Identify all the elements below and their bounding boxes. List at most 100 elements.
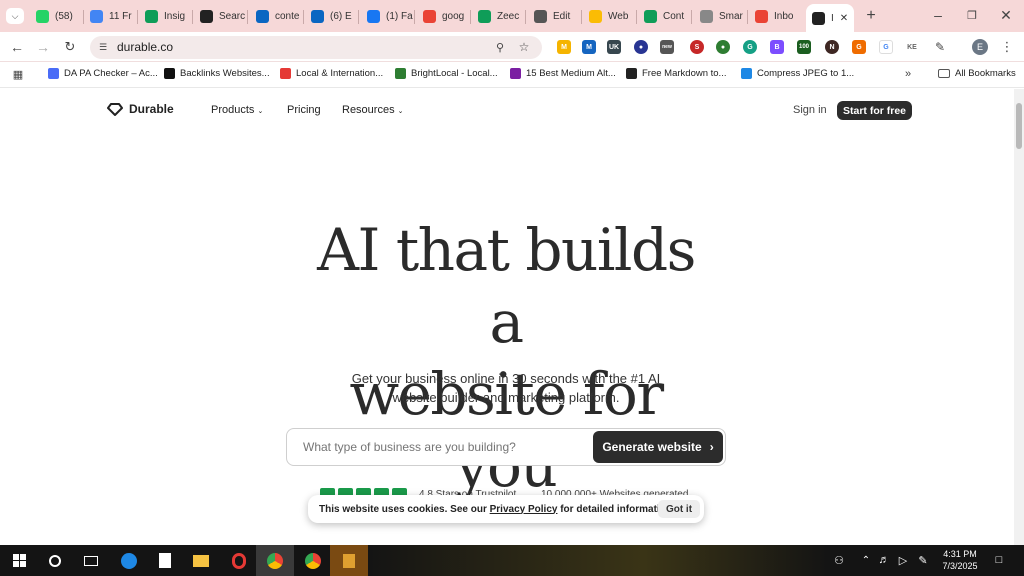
profile-avatar[interactable]: E <box>972 39 988 55</box>
tab-label: Edit <box>553 10 571 22</box>
tab-google[interactable]: goog <box>417 4 469 28</box>
tab-label: conte <box>275 10 300 22</box>
search-circle-icon[interactable] <box>36 545 74 576</box>
linkedin-icon <box>256 9 269 23</box>
tab-ai[interactable]: Searc <box>194 4 246 28</box>
tab-linkedin[interactable]: (6) E <box>305 4 357 28</box>
minimize-icon[interactable]: – <box>930 6 946 24</box>
extension-new-icon[interactable]: new <box>660 40 674 54</box>
address-url[interactable]: durable.co <box>117 40 173 54</box>
back-arrow-icon[interactable]: ← <box>8 38 26 56</box>
file-explorer-icon[interactable] <box>182 545 220 576</box>
app-orange-icon[interactable] <box>330 545 368 576</box>
tab-drive[interactable]: Web <box>583 4 635 28</box>
sign-in-link[interactable]: Sign in <box>793 104 827 116</box>
extension-m-icon[interactable]: M <box>557 40 571 54</box>
zoom-search-icon[interactable]: ⚲ <box>493 40 507 54</box>
extension-100-icon[interactable]: 100 <box>797 40 811 54</box>
durable-icon <box>812 11 825 25</box>
extension-s-icon[interactable]: S <box>690 40 704 54</box>
extension-green-icon[interactable]: ● <box>716 40 730 54</box>
extensions-puzzle-icon[interactable]: ✎ <box>932 39 948 55</box>
opera-icon[interactable] <box>220 545 258 576</box>
tab-sheets[interactable]: Insig <box>139 4 191 28</box>
bookmark-item[interactable]: Backlinks Websites... <box>164 68 270 79</box>
extension-n-icon[interactable]: N <box>825 40 839 54</box>
scrollbar-thumb[interactable] <box>1016 103 1022 149</box>
notifications-icon[interactable]: □ <box>992 553 1006 567</box>
file-icon[interactable] <box>146 545 184 576</box>
network-icon[interactable]: ▷ <box>896 553 910 567</box>
extension-b-icon[interactable]: B <box>770 40 784 54</box>
close-tab-icon[interactable]: ✕ <box>840 13 848 24</box>
extension-uk-icon[interactable]: UK <box>607 40 621 54</box>
tab-label: goog <box>442 10 465 22</box>
tab-sheets[interactable]: Cont <box>638 4 690 28</box>
windows-start-icon[interactable] <box>0 545 38 576</box>
brand-name: Durable <box>129 102 174 116</box>
all-bookmarks-label: All Bookmarks <box>955 68 1016 79</box>
nav-products[interactable]: Products ⌄ <box>211 104 263 116</box>
got-it-button[interactable]: Got it <box>658 500 700 518</box>
tab-facebook[interactable]: (1) Fa <box>361 4 413 28</box>
bookmarks-overflow-chevron-icon[interactable]: » <box>902 67 914 81</box>
tab-gmail[interactable]: Inbo <box>749 4 801 28</box>
bookmark-item[interactable]: DA PA Checker – Ac... <box>48 68 158 79</box>
file-icon <box>741 68 752 79</box>
bookmark-item[interactable]: Free Markdown to... <box>626 68 726 79</box>
edge-icon[interactable] <box>110 545 148 576</box>
bookmark-item[interactable]: Compress JPEG to 1... <box>741 68 854 79</box>
volume-icon[interactable]: ♬ <box>877 553 891 567</box>
extension-g-orange-icon[interactable]: G <box>852 40 866 54</box>
nav-pricing[interactable]: Pricing <box>287 104 321 116</box>
people-icon[interactable]: ⚇ <box>832 553 846 567</box>
durable-logo[interactable]: Durable <box>107 102 174 116</box>
pen-icon[interactable]: ✎ <box>916 553 930 567</box>
bookmark-item[interactable]: BrightLocal - Local... <box>395 68 498 79</box>
medium-icon <box>510 68 521 79</box>
all-bookmarks-button[interactable]: All Bookmarks <box>938 68 1016 79</box>
system-clock[interactable]: 4:31 PM 7/3/2025 <box>936 548 984 572</box>
restore-icon[interactable]: ❐ <box>964 6 980 24</box>
chevron-down-icon: ⌄ <box>397 108 404 115</box>
tab-linkedin[interactable]: conte <box>250 4 302 28</box>
business-type-input[interactable] <box>303 438 583 456</box>
tab-docs[interactable]: 11 Fr <box>84 4 136 28</box>
tab-dash[interactable]: Smar <box>694 4 746 28</box>
pin-icon <box>280 68 291 79</box>
site-info-icon[interactable]: ☰ <box>96 40 110 54</box>
tab-label: Searc <box>219 10 246 22</box>
close-window-icon[interactable]: ✕ <box>998 6 1014 24</box>
start-for-free-button[interactable]: Start for free <box>837 101 912 120</box>
browser-menu-icon[interactable]: ⋮ <box>1000 39 1014 55</box>
tab-sheets[interactable]: Zeec <box>472 4 524 28</box>
tab-search-chevron-icon[interactable]: ⌵ <box>6 8 24 24</box>
extension-google-icon[interactable]: G <box>879 40 893 54</box>
generate-website-button[interactable]: Generate website › <box>593 431 723 463</box>
page-scrollbar[interactable] <box>1014 89 1024 545</box>
apps-grid-icon[interactable]: ▦ <box>11 67 25 81</box>
reload-icon[interactable]: ↻ <box>61 38 79 56</box>
chrome-icon[interactable] <box>256 545 294 576</box>
bookmark-star-icon[interactable]: ☆ <box>517 40 531 54</box>
extension-ke-icon[interactable]: KE <box>905 40 919 54</box>
new-tab-plus-icon[interactable]: + <box>862 7 880 25</box>
tab-whatsapp[interactable]: (58) <box>30 4 82 28</box>
extension-blob-icon[interactable]: ● <box>634 40 648 54</box>
task-view-icon[interactable] <box>72 545 110 576</box>
extension-mm-icon[interactable]: M <box>582 40 596 54</box>
tab-label: Insig <box>164 10 186 22</box>
chrome-profile-icon[interactable] <box>294 545 332 576</box>
bookmark-item[interactable]: 15 Best Medium Alt... <box>510 68 616 79</box>
extension-grammarly-icon[interactable]: G <box>743 40 757 54</box>
link-icon <box>48 68 59 79</box>
tab-durable[interactable]: I ✕ <box>806 4 854 32</box>
tray-chevron-up-icon[interactable]: ⌃ <box>860 553 872 567</box>
bookmark-item[interactable]: Local & Internation... <box>280 68 383 79</box>
privacy-policy-link[interactable]: Privacy Policy <box>490 504 558 515</box>
tab-separator <box>414 10 415 24</box>
tab-globe[interactable]: Edit <box>528 4 580 28</box>
drive-icon <box>589 9 602 23</box>
nav-resources[interactable]: Resources ⌄ <box>342 104 404 116</box>
forward-arrow-icon[interactable]: → <box>34 38 52 56</box>
